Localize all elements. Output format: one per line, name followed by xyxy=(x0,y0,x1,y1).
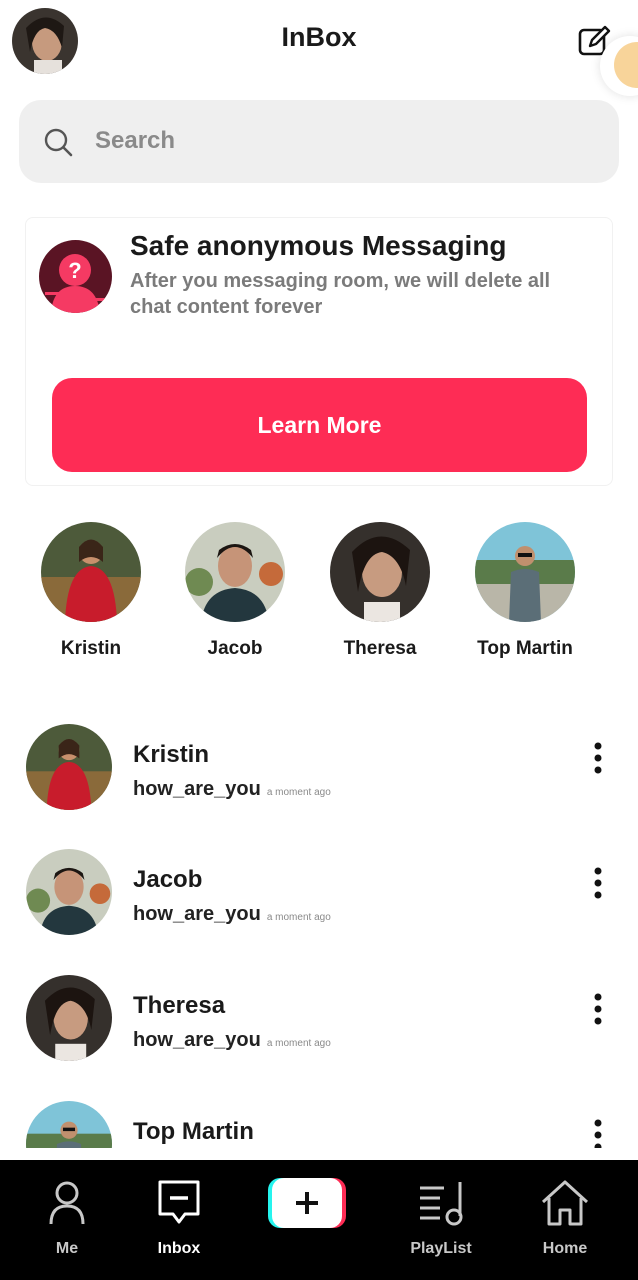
plus-icon xyxy=(268,1178,346,1228)
nav-label: Inbox xyxy=(157,1240,201,1257)
avatar xyxy=(185,522,285,622)
story-item[interactable]: Kristin xyxy=(21,520,161,670)
more-options-icon[interactable] xyxy=(588,992,608,1026)
nav-item-inbox[interactable]: Inbox xyxy=(124,1160,234,1280)
story-item[interactable]: Theresa xyxy=(310,520,450,670)
create-post-button[interactable] xyxy=(268,1178,346,1228)
stories-row: Kristin Jacob Theresa Top Martin xyxy=(0,520,638,670)
story-name: Theresa xyxy=(343,638,417,659)
nav-label: Me xyxy=(55,1240,79,1257)
chat-message: how_are_you a moment ago xyxy=(133,778,331,801)
list-item[interactable]: Kristin how_are_you a moment ago xyxy=(0,715,638,825)
story-item[interactable]: Top Martin xyxy=(455,520,595,670)
more-options-icon[interactable] xyxy=(588,866,608,900)
playlist-icon xyxy=(420,1182,463,1226)
avatar xyxy=(330,522,430,622)
story-name: Jacob xyxy=(207,638,263,659)
chat-timestamp: a moment ago xyxy=(266,1038,331,1049)
chat-timestamp: a moment ago xyxy=(266,787,331,798)
list-item[interactable]: Theresa how_are_you a moment ago xyxy=(0,966,638,1076)
learn-more-button[interactable]: Learn More xyxy=(52,378,587,472)
more-options-icon[interactable] xyxy=(588,741,608,775)
bubble-icon xyxy=(614,42,638,88)
bottom-nav: Me Inbox PlayList Home xyxy=(0,1160,638,1280)
nav-item-home[interactable]: Home xyxy=(510,1160,620,1280)
page-title: InBox xyxy=(281,22,357,52)
svg-text:?: ? xyxy=(68,258,81,283)
avatar xyxy=(26,724,112,810)
promo-title: Safe anonymous Messaging xyxy=(130,230,507,261)
chat-name: Jacob xyxy=(133,866,203,893)
inbox-icon xyxy=(158,1180,200,1224)
chat-message-text: how_are_you xyxy=(133,903,261,925)
search-bar xyxy=(19,100,619,183)
chat-message: how_are_you a moment ago xyxy=(133,1029,331,1052)
search-input[interactable] xyxy=(95,120,595,162)
anonymous-messaging-card: ? Safe anonymous Messaging After you mes… xyxy=(25,217,613,486)
chat-name: Theresa xyxy=(133,992,226,1019)
list-item[interactable]: Top Martin xyxy=(0,1092,638,1148)
list-item[interactable]: Jacob how_are_you a moment ago xyxy=(0,840,638,950)
nav-item-me[interactable]: Me xyxy=(12,1160,122,1280)
chat-message-text: how_are_you xyxy=(133,778,261,800)
person-icon xyxy=(49,1181,85,1225)
chat-timestamp: a moment ago xyxy=(266,912,331,923)
chat-name: Kristin xyxy=(133,741,210,768)
story-name: Kristin xyxy=(60,638,122,659)
nav-label: Home xyxy=(542,1240,588,1257)
avatar xyxy=(41,522,141,622)
chat-name: Top Martin xyxy=(133,1118,254,1145)
anonymous-user-icon: ? xyxy=(39,240,112,313)
chat-list: Kristin how_are_you a moment ago Jacob ho… xyxy=(0,715,638,1148)
avatar xyxy=(26,849,112,935)
story-item[interactable]: Jacob xyxy=(165,520,305,670)
header: InBox xyxy=(0,0,638,96)
chat-message: how_are_you a moment ago xyxy=(133,903,331,926)
promo-description: After you messaging room, we will delete… xyxy=(130,270,551,318)
avatar xyxy=(26,1101,112,1148)
avatar xyxy=(475,522,575,622)
more-options-icon[interactable] xyxy=(588,1118,608,1148)
story-name: Top Martin xyxy=(477,638,573,659)
nav-item-playlist[interactable]: PlayList xyxy=(386,1160,496,1280)
home-icon xyxy=(541,1180,589,1226)
search-icon xyxy=(44,128,73,157)
nav-label: PlayList xyxy=(410,1240,472,1257)
avatar xyxy=(26,975,112,1061)
chat-message-text: how_are_you xyxy=(133,1029,261,1051)
